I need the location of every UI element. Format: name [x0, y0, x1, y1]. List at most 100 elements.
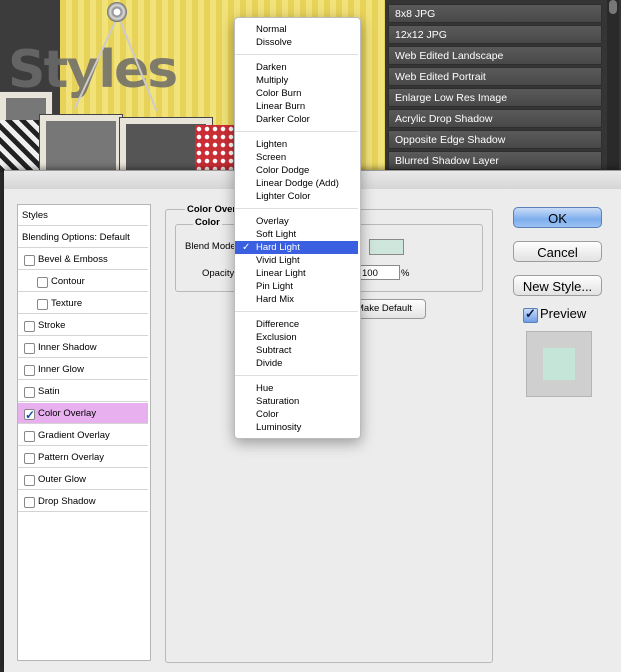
blend-mode-label: Linear Dodge (Add)	[256, 178, 339, 189]
menu-separator	[235, 208, 358, 209]
style-item[interactable]: Satin	[18, 381, 148, 402]
style-item[interactable]: Texture	[18, 293, 148, 314]
blend-mode-label: Linear Burn	[256, 101, 306, 112]
blend-mode-option[interactable]: Linear Dodge (Add)	[235, 177, 358, 190]
styles-header[interactable]: Styles	[18, 205, 148, 226]
action-item[interactable]: Web Edited Portrait	[388, 67, 602, 86]
ok-button[interactable]: OK	[513, 207, 602, 228]
style-item[interactable]: Gradient Overlay	[18, 425, 148, 446]
canvas-photo-frame	[40, 115, 122, 172]
actions-scrollbar[interactable]	[607, 0, 619, 172]
style-checkbox[interactable]	[24, 405, 35, 426]
style-item[interactable]: Bevel & Emboss	[18, 249, 148, 270]
style-item[interactable]: Inner Shadow	[18, 337, 148, 358]
style-checkbox[interactable]	[24, 431, 35, 442]
menu-separator	[235, 375, 358, 376]
canvas-hook-icon	[107, 2, 127, 22]
blend-mode-option[interactable]: Difference	[235, 318, 358, 331]
blend-mode-label: Divide	[256, 358, 283, 369]
style-checkbox[interactable]	[24, 365, 35, 376]
menu-separator	[235, 54, 358, 55]
blend-mode-option[interactable]: Color Dodge	[235, 164, 358, 177]
blend-mode-option[interactable]: Color	[235, 408, 358, 421]
blend-mode-label: Overlay	[256, 216, 289, 227]
style-checkbox[interactable]	[24, 343, 35, 354]
blend-mode-option[interactable]: Normal	[235, 23, 358, 36]
blend-mode-option[interactable]: Vivid Light	[235, 254, 358, 267]
style-item-label: Texture	[51, 298, 83, 309]
checkmark-icon: ✓	[242, 242, 251, 253]
color-group-title: Color	[193, 217, 222, 228]
action-item[interactable]: Acrylic Drop Shadow	[388, 109, 602, 128]
blend-mode-option[interactable]: Soft Light	[235, 228, 358, 241]
style-item[interactable]: Inner Glow	[18, 359, 148, 380]
style-item[interactable]: Outer Glow	[18, 469, 148, 490]
blend-mode-option[interactable]: Color Burn	[235, 87, 358, 100]
action-item[interactable]: 8x8 JPG	[388, 4, 602, 23]
canvas-polka-dot-paper	[195, 125, 235, 172]
menu-separator	[235, 311, 358, 312]
blend-mode-label: Lighter Color	[256, 191, 311, 202]
style-checkbox[interactable]	[24, 475, 35, 486]
style-item[interactable]: Contour	[18, 271, 148, 292]
style-item[interactable]: Stroke	[18, 315, 148, 336]
blend-mode-label: Linear Light	[256, 268, 306, 279]
opacity-input[interactable]: 100	[358, 265, 400, 280]
blend-mode-option[interactable]: Pin Light	[235, 280, 358, 293]
blend-mode-label: Saturation	[256, 396, 300, 407]
style-checkbox[interactable]	[37, 299, 48, 310]
blend-mode-label: Soft Light	[256, 229, 297, 240]
overlay-color-swatch[interactable]	[369, 239, 404, 255]
action-item[interactable]: 12x12 JPG	[388, 25, 602, 44]
blend-mode-label: Difference	[256, 319, 300, 330]
blend-mode-label: Color Dodge	[256, 165, 310, 176]
style-checkbox[interactable]	[24, 497, 35, 508]
blend-mode-label: Color Burn	[256, 88, 302, 99]
blend-mode-option[interactable]: Lighten	[235, 138, 358, 151]
action-item[interactable]: Enlarge Low Res Image	[388, 88, 602, 107]
action-item[interactable]: Blurred Shadow Layer	[388, 151, 602, 170]
blend-mode-option[interactable]: Screen	[235, 151, 358, 164]
style-checkbox[interactable]	[37, 277, 48, 288]
style-checkbox[interactable]	[24, 387, 35, 398]
blend-mode-menu: Normal Dissolve Darken Multiply Color Burn Li…	[234, 17, 361, 439]
blend-mode-option[interactable]: Darker Color	[235, 113, 358, 126]
new-style-button[interactable]: New Style...	[513, 275, 602, 296]
blend-mode-option[interactable]: Luminosity	[235, 421, 358, 434]
cancel-button[interactable]: Cancel	[513, 241, 602, 262]
blend-mode-option[interactable]: ✓ Hard Light	[235, 241, 358, 254]
styles-header-label: Styles	[22, 210, 48, 221]
blend-mode-label: Screen	[256, 152, 287, 163]
style-item[interactable]: Color Overlay	[18, 403, 148, 426]
style-item[interactable]: Drop Shadow	[18, 491, 148, 512]
blend-mode-option[interactable]: Overlay	[235, 215, 358, 228]
blending-options-item[interactable]: Blending Options: Default	[18, 227, 148, 248]
blend-mode-label: Multiply	[256, 75, 289, 86]
blend-mode-option[interactable]: Multiply	[235, 74, 358, 87]
style-checkbox[interactable]	[24, 321, 35, 332]
style-item-label: Pattern Overlay	[38, 452, 104, 463]
style-checkbox[interactable]	[24, 453, 35, 464]
blend-mode-option[interactable]: Exclusion	[235, 331, 358, 344]
preview-checkbox[interactable]	[523, 306, 538, 323]
action-item[interactable]: Web Edited Landscape	[388, 46, 602, 65]
blend-mode-option[interactable]: Dissolve	[235, 36, 358, 49]
blend-mode-option[interactable]: Saturation	[235, 395, 358, 408]
blend-mode-option[interactable]: Darken	[235, 61, 358, 74]
blend-mode-label: Hue	[256, 383, 274, 394]
action-item[interactable]: Opposite Edge Shadow	[388, 130, 602, 149]
blend-mode-label: Hard Light	[256, 242, 300, 253]
blend-mode-option[interactable]: Lighter Color	[235, 190, 358, 203]
blend-mode-option[interactable]: Linear Burn	[235, 100, 358, 113]
preview-label: Preview	[540, 306, 587, 321]
blend-mode-option[interactable]: Linear Light	[235, 267, 358, 280]
style-item-label: Contour	[51, 276, 85, 287]
blend-mode-option[interactable]: Hard Mix	[235, 293, 358, 306]
blend-mode-option[interactable]: Divide	[235, 357, 358, 370]
blend-mode-option[interactable]: Hue	[235, 382, 358, 395]
scrollbar-thumb[interactable]	[609, 0, 617, 14]
blend-mode-label: Hard Mix	[256, 294, 295, 305]
style-item[interactable]: Pattern Overlay	[18, 447, 148, 468]
style-checkbox[interactable]	[24, 255, 35, 266]
blend-mode-option[interactable]: Subtract	[235, 344, 358, 357]
